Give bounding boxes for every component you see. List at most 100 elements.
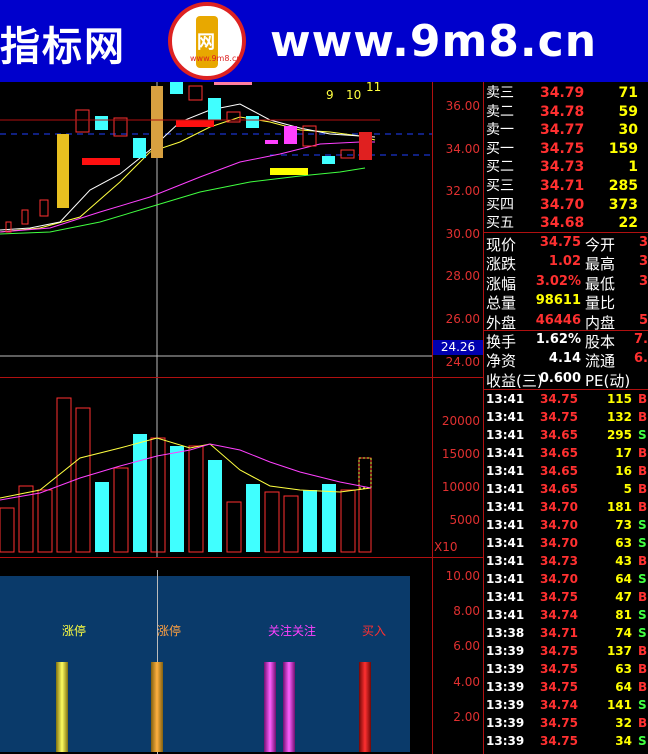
quote-level-name: 买二 [486, 159, 514, 176]
volume-bar [188, 445, 204, 553]
signal-column [359, 662, 371, 752]
tick-time: 13:41 [486, 536, 525, 550]
indicator-axis-label: 6.00 [453, 639, 480, 653]
indicator-axis-label: 2.00 [453, 710, 480, 724]
candle [39, 199, 49, 217]
indicator-axis-label: 8.00 [453, 604, 480, 618]
volume-bar [133, 434, 147, 552]
tick-price: 34.75 [540, 734, 578, 748]
tick-side: B [638, 392, 648, 406]
info-value: 98611 [535, 293, 581, 309]
price-axis-label: 32.00 [445, 184, 480, 198]
price-axis-label: 36.00 [445, 99, 480, 113]
quote-level-price: 34.75 [540, 140, 585, 157]
tick-volume: 81 [615, 608, 632, 622]
price-axis-label: 34.00 [445, 142, 480, 156]
logo-char: 网 [197, 32, 215, 53]
tick-side: S [638, 698, 647, 712]
panel-divider [483, 82, 484, 754]
tick-time: 13:39 [486, 698, 525, 712]
limit-up-candle [151, 86, 163, 158]
info-label: 总量 [486, 294, 517, 313]
quote-level-name: 卖一 [486, 122, 514, 139]
tick-price: 34.75 [540, 590, 578, 604]
tick-time: 13:39 [486, 662, 525, 676]
tick-price: 34.75 [540, 680, 578, 694]
quote-level-name: 卖二 [486, 103, 514, 120]
tick-time: 13:41 [486, 572, 525, 586]
tick-side: B [638, 410, 648, 424]
tick-volume: 64 [615, 680, 632, 694]
volume-chart[interactable] [0, 378, 432, 557]
tick-volume: 63 [615, 662, 632, 676]
info-label: 外盘 [486, 313, 517, 332]
volume-bar [358, 457, 372, 553]
tick-time: 13:41 [486, 392, 525, 406]
volume-axis-label: 5000 [449, 513, 480, 527]
info-value: 46446 [535, 312, 581, 328]
quote-level-volume: 285 [608, 178, 638, 194]
tick-side: S [638, 608, 647, 622]
quote-level-volume: 1 [628, 159, 638, 176]
tick-price: 34.73 [540, 554, 578, 568]
tick-price: 34.65 [540, 482, 578, 496]
tick-time: 13:41 [486, 410, 525, 424]
quote-level-volume: 59 [618, 103, 638, 120]
tick-side: B [638, 500, 648, 514]
tick-price: 34.70 [540, 536, 578, 550]
tick-price: 34.70 [540, 518, 578, 532]
tick-side: B [638, 716, 648, 730]
tick-side: B [638, 446, 648, 460]
tick-volume: 141 [606, 698, 632, 712]
candle [246, 116, 259, 128]
tick-volume: 73 [615, 518, 632, 532]
volume-unit: X10 [434, 540, 458, 554]
tick-time: 13:39 [486, 734, 525, 748]
info-value-secondary: 7. [634, 332, 648, 347]
candle [21, 209, 29, 225]
quote-level-price: 34.77 [540, 122, 585, 139]
volume-axis-label: 10000 [441, 480, 480, 494]
tick-time: 13:41 [486, 446, 525, 460]
signal-bar [82, 158, 120, 165]
tick-time: 13:38 [486, 626, 525, 640]
tick-side: B [638, 590, 648, 604]
info-value-secondary: 3 [638, 254, 648, 270]
tick-time: 13:41 [486, 518, 525, 532]
price-axis-label: 30.00 [445, 227, 480, 241]
signal-label: 关注关注 [268, 624, 317, 638]
tick-price: 34.65 [540, 428, 578, 442]
tick-price: 34.75 [540, 644, 578, 658]
price-axis-label: 24.00 [445, 355, 480, 369]
volume-bar [75, 407, 91, 553]
info-value: 34.75 [539, 235, 581, 250]
tick-time: 13:41 [486, 464, 525, 478]
candlestick-chart[interactable] [0, 82, 432, 377]
quote-level-price: 34.70 [540, 196, 585, 213]
info-value-secondary: 5 [638, 312, 648, 328]
candle [95, 116, 108, 130]
tick-volume: 17 [615, 446, 632, 460]
tick-volume: 47 [615, 590, 632, 604]
info-value: 4.14 [548, 351, 581, 367]
info-value-secondary: 3 [638, 273, 648, 289]
site-logo: 网 www.9m8.cn [168, 2, 246, 80]
info-value: 1.02 [548, 254, 581, 270]
quote-level-price: 34.68 [540, 215, 585, 232]
signal-column [283, 662, 295, 752]
candle [170, 82, 183, 94]
info-label: 涨幅 [486, 274, 517, 293]
tick-price: 34.75 [540, 716, 578, 730]
tick-volume: 43 [615, 554, 632, 568]
tick-price: 34.71 [540, 626, 578, 640]
info-value: 0.600 [539, 370, 581, 386]
tick-time: 13:41 [486, 500, 525, 514]
volume-bar [113, 467, 129, 553]
signal-column [151, 662, 163, 752]
tick-price: 34.74 [540, 698, 578, 712]
info-label: 换手 [486, 333, 517, 351]
quote-level-name: 买三 [486, 178, 514, 194]
site-banner: 指标网 网 www.9m8.cn www.9m8.cn [0, 0, 648, 82]
candle [322, 156, 335, 164]
tick-side: B [638, 464, 648, 478]
